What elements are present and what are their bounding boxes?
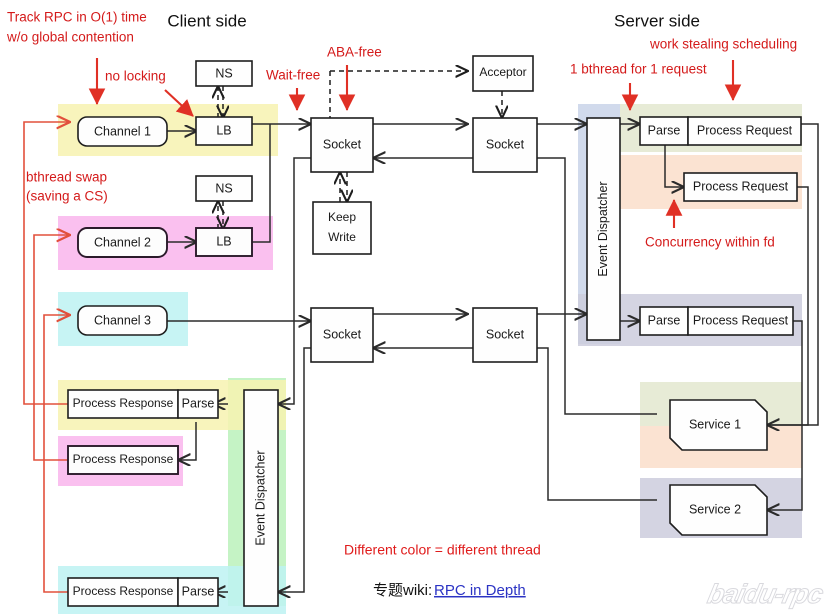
node-socket-server-2[interactable]: Socket (472, 307, 538, 363)
node-parse-client-1[interactable]: Parse (177, 389, 219, 419)
aba-free-label: ABA-free (327, 45, 382, 60)
ns-1-label: NS (215, 66, 232, 80)
node-service-2[interactable]: Service 2 (669, 484, 768, 536)
legend-text: Different color = different thread (344, 542, 541, 558)
diagram-canvas: Channel 1 Channel 2 Channel 3 NS LB NS L… (6, 10, 819, 614)
node-event-dispatcher-server[interactable]: Event Dispatcher (586, 117, 621, 341)
lb-2-label: LB (216, 234, 231, 248)
socket-client-1-label: Socket (323, 137, 362, 151)
node-socket-client-2[interactable]: Socket (310, 307, 374, 363)
wiki-link[interactable]: RPC in Depth (434, 582, 526, 599)
node-channel-2[interactable]: Channel 2 (77, 227, 168, 258)
node-process-request-3[interactable]: Process Request (687, 306, 794, 336)
node-parse-client-3[interactable]: Parse (177, 577, 219, 607)
concurrency-fd-label: Concurrency within fd (645, 235, 775, 250)
channel-2-label: Channel 2 (94, 235, 151, 249)
node-ns-2[interactable]: NS (195, 175, 253, 202)
lb-1-label: LB (216, 123, 231, 137)
node-process-request-1[interactable]: Process Request (687, 116, 802, 146)
process-response-1-label: Process Response (73, 396, 174, 410)
node-ns-1[interactable]: NS (195, 60, 253, 87)
process-request-2-label: Process Request (693, 179, 789, 193)
wait-free-label: Wait-free (266, 68, 320, 83)
server-side-heading: Server side (614, 11, 700, 30)
keep-write-label-2: Write (328, 230, 356, 244)
acceptor-label: Acceptor (479, 65, 526, 79)
parse-server-2-label: Parse (648, 313, 681, 327)
service-2-label: Service 2 (689, 502, 741, 516)
node-process-response-3[interactable]: Process Response (67, 577, 179, 607)
process-request-1-label: Process Request (697, 123, 793, 137)
event-dispatcher-server-label: Event Dispatcher (596, 181, 610, 276)
node-process-response-1[interactable]: Process Response (67, 389, 179, 419)
one-bthread-label: 1 bthread for 1 request (570, 62, 707, 77)
track-rpc-line1: Track RPC in O(1) time (7, 10, 147, 25)
wiki-label: 专题wiki: (373, 582, 432, 599)
node-process-response-2[interactable]: Process Response (67, 445, 179, 475)
no-locking-label: no locking (105, 69, 166, 84)
node-parse-server-1[interactable]: Parse (639, 116, 689, 146)
parse-client-3-label: Parse (182, 584, 215, 598)
baidu-rpc-watermark: baidu-rpc (704, 579, 826, 610)
channel-3-label: Channel 3 (94, 313, 151, 327)
node-acceptor[interactable]: Acceptor (472, 55, 534, 92)
node-lb-2[interactable]: LB (195, 227, 253, 257)
track-rpc-line2: w/o global contention (6, 30, 134, 45)
edge-service2-back (468, 347, 657, 501)
socket-server-1-label: Socket (486, 137, 525, 151)
parse-client-1-label: Parse (182, 396, 215, 410)
process-response-3-label: Process Response (73, 584, 174, 598)
node-socket-client-1[interactable]: Socket (310, 117, 374, 173)
node-process-request-2[interactable]: Process Request (683, 172, 798, 202)
service-1-label: Service 1 (689, 417, 741, 431)
rpc-architecture-diagram: Channel 1 Channel 2 Channel 3 NS LB NS L… (0, 0, 830, 614)
ns-2-label: NS (215, 181, 232, 195)
event-dispatcher-client-label: Event Dispatcher (253, 450, 267, 545)
socket-server-2-label: Socket (486, 327, 525, 341)
node-parse-server-2[interactable]: Parse (639, 306, 689, 336)
process-request-3-label: Process Request (693, 313, 789, 327)
channel-1-label: Channel 1 (94, 124, 151, 138)
bthread-swap-line2: (saving a CS) (26, 189, 108, 204)
node-channel-3[interactable]: Channel 3 (77, 305, 168, 336)
node-service-1[interactable]: Service 1 (669, 399, 768, 451)
bthread-swap-line1: bthread swap (26, 170, 107, 185)
node-lb-1[interactable]: LB (195, 116, 253, 146)
process-response-2-label: Process Response (73, 452, 174, 466)
work-stealing-label: work stealing scheduling (649, 37, 797, 52)
keep-write-label-1: Keep (328, 210, 356, 224)
node-event-dispatcher-client[interactable]: Event Dispatcher (243, 389, 279, 607)
node-channel-1[interactable]: Channel 1 (77, 116, 168, 147)
socket-client-2-label: Socket (323, 327, 362, 341)
client-side-heading: Client side (167, 11, 246, 30)
node-socket-server-1[interactable]: Socket (472, 117, 538, 173)
edge-socketc1-clientdispatcher (278, 157, 311, 404)
parse-server-1-label: Parse (648, 123, 681, 137)
node-keep-write[interactable]: Keep Write (312, 201, 372, 255)
